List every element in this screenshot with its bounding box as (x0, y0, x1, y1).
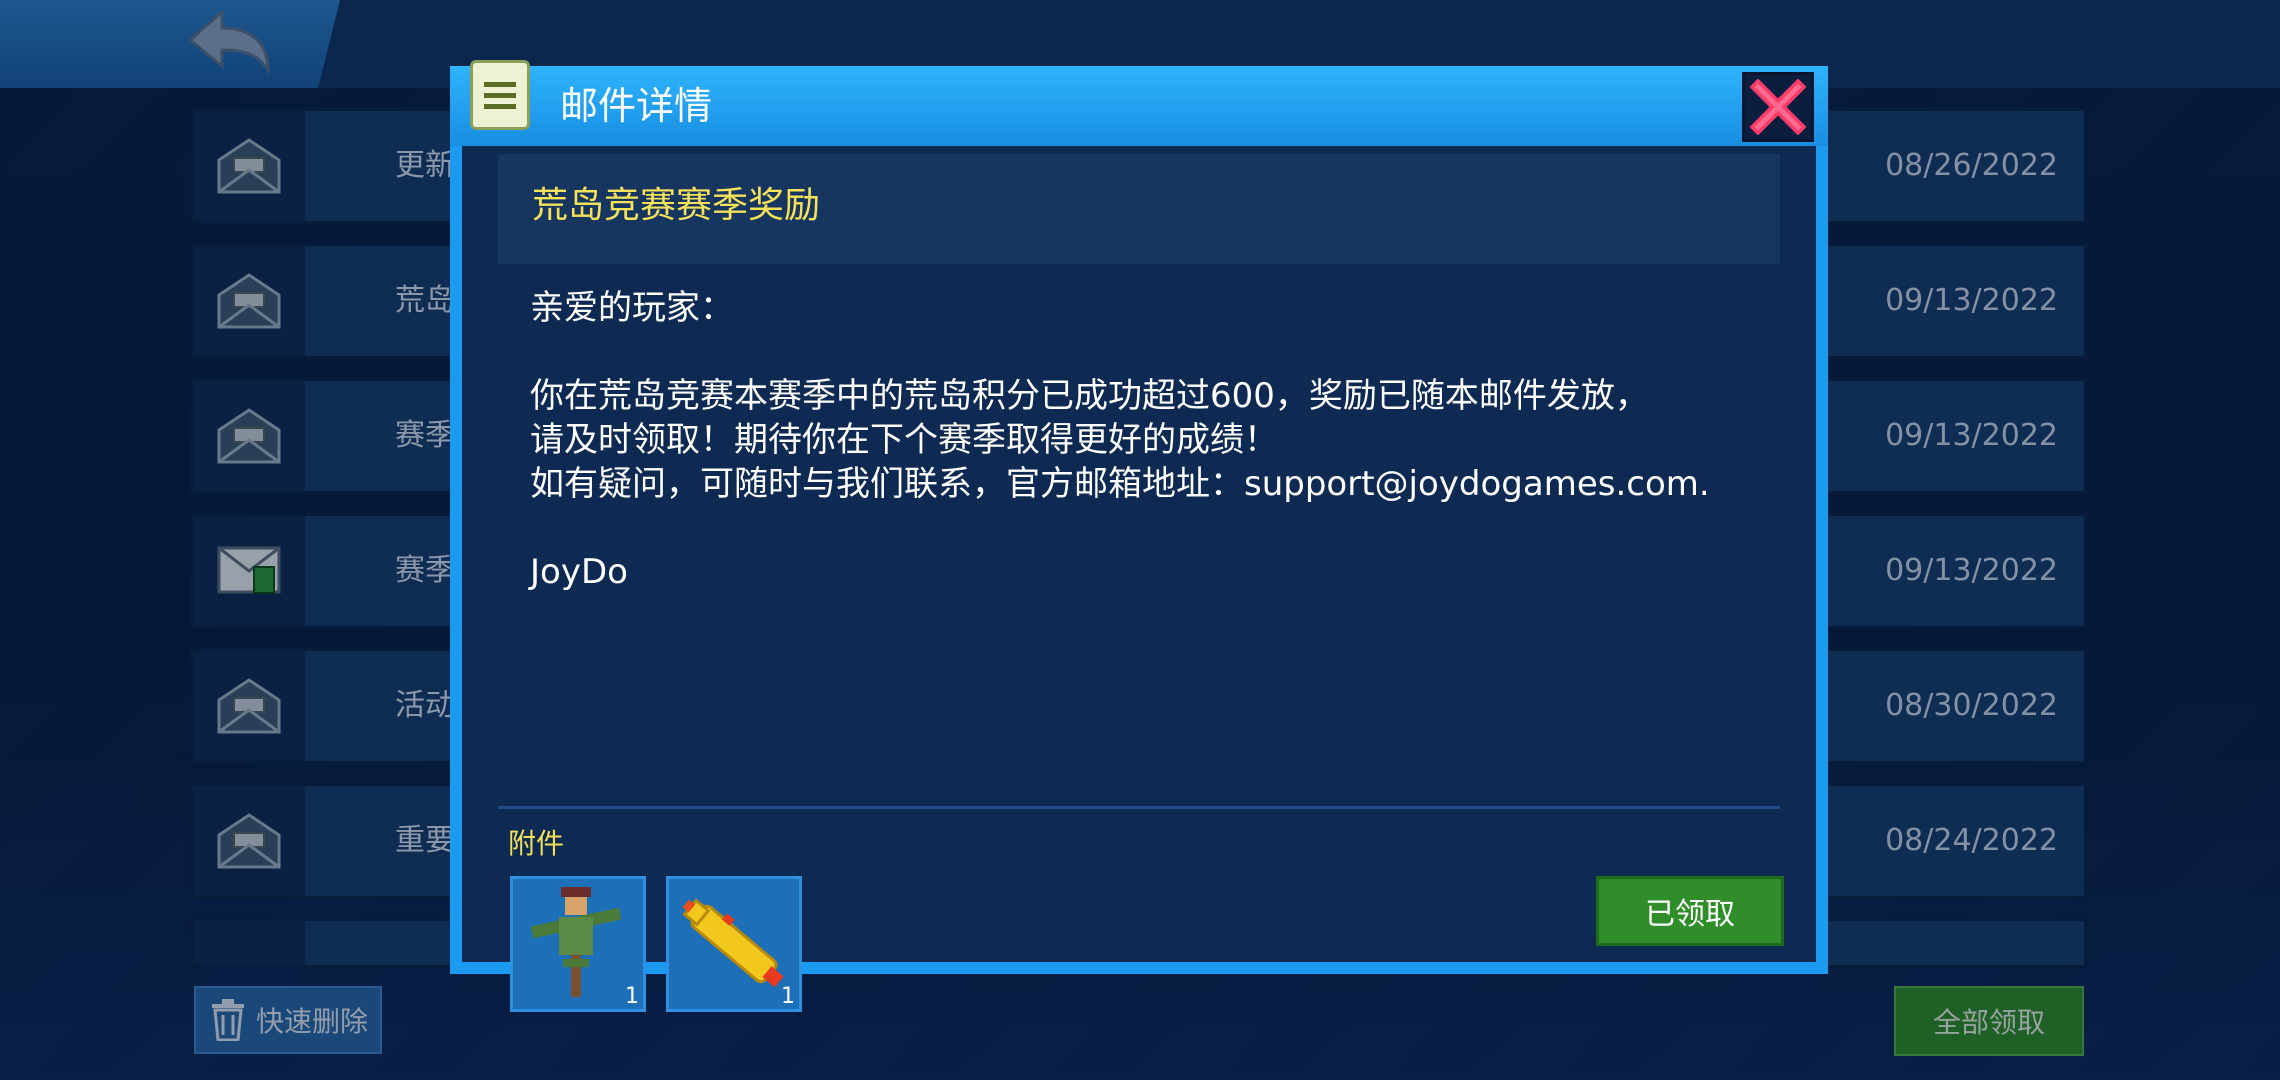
attachment-rubber-chicken[interactable]: 1 (666, 876, 802, 1012)
mail-subject: 荒岛竞赛赛季奖励 (532, 185, 821, 226)
mail-detail-dialog: 邮件详情 荒岛竞赛赛季奖励 亲爱的玩家： 你在荒岛竞赛本赛季中的荒岛积分已成功超… (450, 60, 1828, 1012)
mail-body-line: 你在荒岛竞赛本赛季中的荒岛积分已成功超过600，奖励已随本邮件发放， (530, 376, 1649, 416)
document-icon (470, 60, 530, 130)
scarecrow-icon (530, 887, 622, 997)
rubber-chicken-icon (682, 898, 784, 988)
dialog-header: 邮件详情 (450, 60, 1828, 146)
attachments-label: 附件 (508, 827, 565, 860)
divider (498, 806, 1780, 809)
dialog-title: 邮件详情 (560, 84, 713, 128)
claimed-button[interactable]: 已领取 (1596, 876, 1784, 946)
dialog-body: 荒岛竞赛赛季奖励 亲爱的玩家： 你在荒岛竞赛本赛季中的荒岛积分已成功超过600，… (462, 146, 1816, 1012)
claimed-label: 已领取 (1645, 897, 1735, 932)
attachment-scarecrow[interactable]: 1 (510, 876, 646, 1012)
close-icon (1750, 79, 1806, 135)
attachment-count: 1 (781, 984, 795, 1009)
mail-body-line: 请及时领取！期待你在下个赛季取得更好的成绩！ (530, 420, 1278, 460)
subject-bar: 荒岛竞赛赛季奖励 (498, 154, 1780, 264)
mail-greeting: 亲爱的玩家： (530, 288, 734, 328)
mail-signature: JoyDo (530, 552, 628, 592)
mail-body-line: 如有疑问，可随时与我们联系，官方邮箱地址：support@joydogames.… (530, 464, 1710, 504)
mail-message: 亲爱的玩家： 你在荒岛竞赛本赛季中的荒岛积分已成功超过600，奖励已随本邮件发放… (530, 286, 1790, 594)
attachment-count: 1 (625, 984, 639, 1009)
close-button[interactable] (1742, 72, 1814, 142)
